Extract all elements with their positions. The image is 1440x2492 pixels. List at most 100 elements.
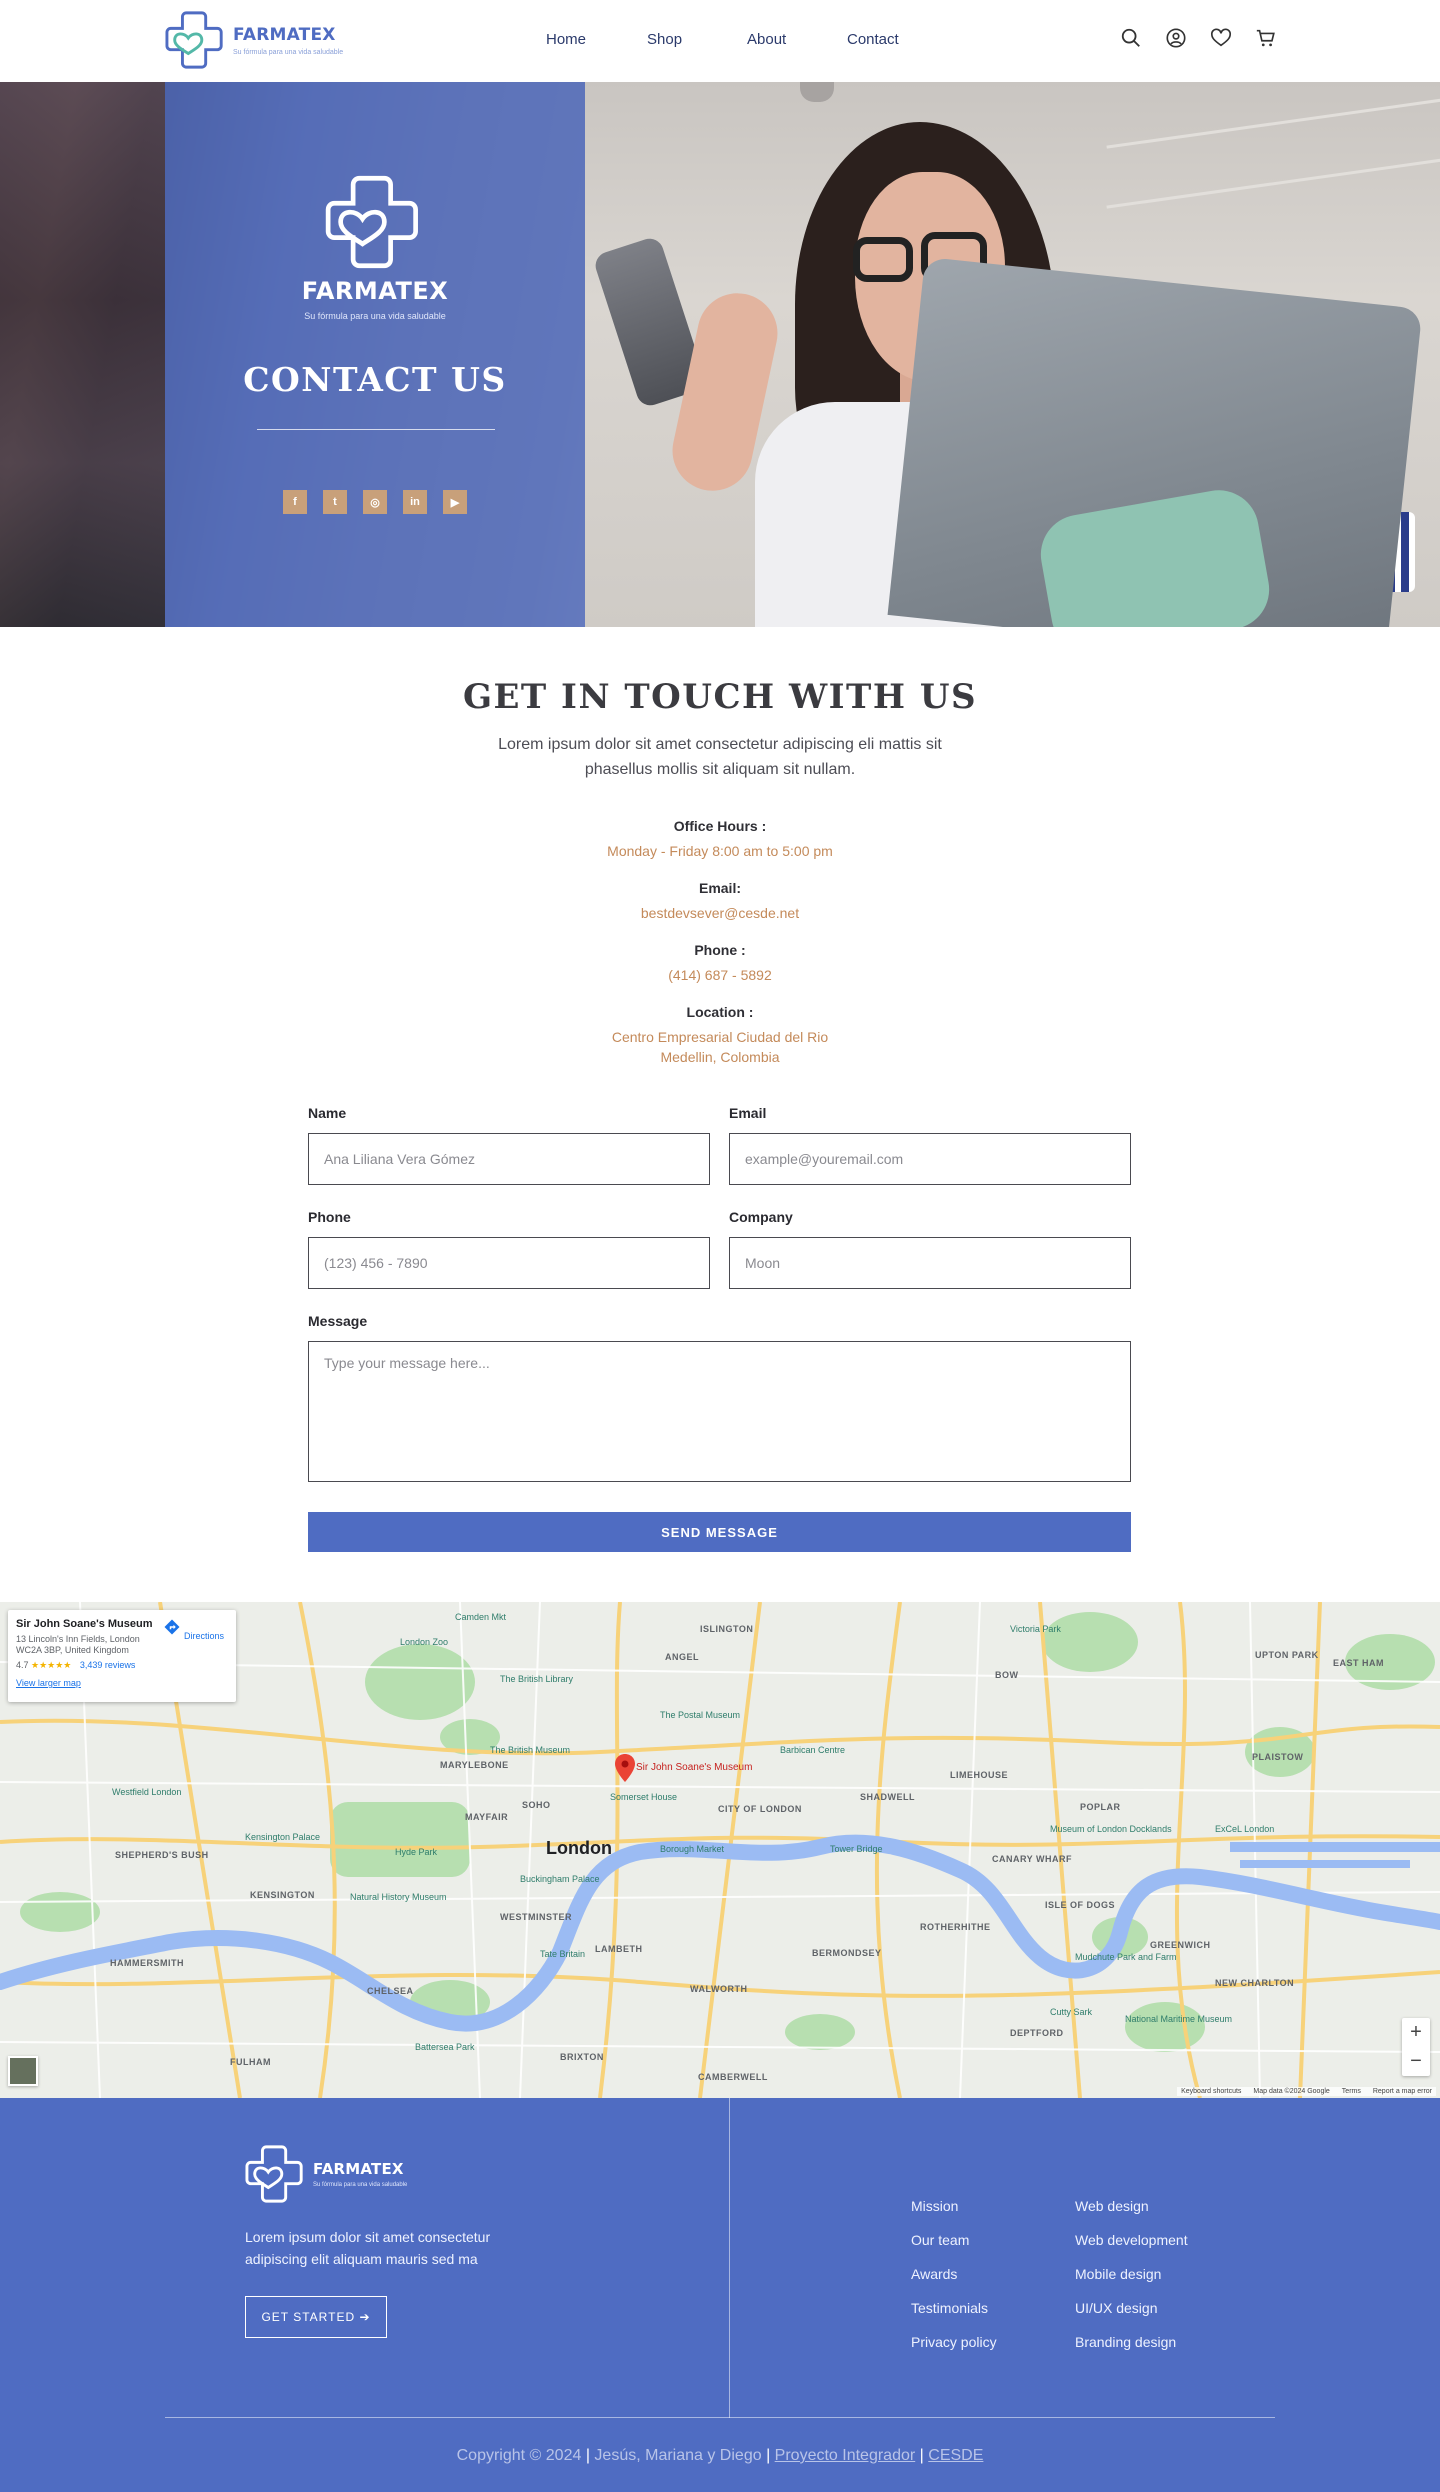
- cart-icon[interactable]: [1255, 27, 1277, 49]
- map-pin-icon[interactable]: [615, 1754, 635, 1782]
- footer-bottom-divider: [165, 2417, 1275, 2418]
- message-field[interactable]: [308, 1341, 1131, 1482]
- footer-link-our-team[interactable]: Our team: [911, 2232, 997, 2266]
- map-poi-label[interactable]: The British Museum: [490, 1745, 570, 1755]
- phone-field[interactable]: [308, 1237, 710, 1289]
- footer-logo[interactable]: FARMATEX Su fórmula para una vida saluda…: [245, 2142, 407, 2206]
- map-poi-label[interactable]: Camden Mkt: [455, 1612, 506, 1622]
- name-field[interactable]: [308, 1133, 710, 1185]
- header-actions: [1120, 27, 1277, 49]
- brand-logo[interactable]: FARMATEX Su fórmula para una vida saluda…: [165, 8, 343, 72]
- nav-home[interactable]: Home: [546, 31, 647, 48]
- map-district-label: EAST HAM: [1333, 1658, 1384, 1668]
- footer-link-uiux-design[interactable]: UI/UX design: [1075, 2300, 1188, 2334]
- facebook-icon[interactable]: f: [283, 490, 307, 514]
- main-nav: Home Shop About Contact: [546, 31, 899, 48]
- office-hours: Office Hours : Monday - Friday 8:00 am t…: [0, 818, 1440, 861]
- phone-value[interactable]: (414) 687 - 5892: [0, 965, 1440, 985]
- twitter-icon[interactable]: t: [323, 490, 347, 514]
- view-larger-map-link[interactable]: View larger map: [16, 1678, 228, 1688]
- directions-button[interactable]: Directions: [163, 1618, 224, 1641]
- map-district-label: MARYLEBONE: [440, 1760, 509, 1770]
- nav-contact[interactable]: Contact: [847, 31, 899, 48]
- map-data-text: Map data ©2024 Google: [1253, 2088, 1330, 2095]
- map-poi-label[interactable]: Museum of London Docklands: [1050, 1824, 1172, 1834]
- cesde-link[interactable]: CESDE: [928, 2447, 983, 2464]
- nav-about[interactable]: About: [747, 31, 847, 48]
- map-district-label: ROTHERHITHE: [920, 1922, 991, 1932]
- nav-shop[interactable]: Shop: [647, 31, 747, 48]
- map-poi-label[interactable]: Tower Bridge: [830, 1844, 883, 1854]
- youtube-icon[interactable]: ▶: [443, 490, 467, 514]
- section-subtitle: Lorem ipsum dolor sit amet consectetur a…: [498, 736, 942, 778]
- map-poi-label[interactable]: Westfield London: [112, 1787, 181, 1797]
- map-poi-label[interactable]: Mudchute Park and Farm: [1075, 1952, 1177, 1962]
- footer-link-privacy-policy[interactable]: Privacy policy: [911, 2334, 997, 2368]
- footer-link-branding-design[interactable]: Branding design: [1075, 2334, 1188, 2368]
- report-error-link[interactable]: Report a map error: [1373, 2088, 1432, 2095]
- email-value[interactable]: bestdevsever@cesde.net: [0, 903, 1440, 923]
- map-district-label: LAMBETH: [595, 1944, 643, 1954]
- map-poi-label[interactable]: Kensington Palace: [245, 1832, 320, 1842]
- section-title: GET IN TOUCH WITH US: [462, 677, 978, 717]
- map-poi-label[interactable]: Barbican Centre: [780, 1745, 845, 1755]
- instagram-icon[interactable]: ◎: [363, 490, 387, 514]
- footer-links-services: Web design Web development Mobile design…: [1075, 2198, 1188, 2368]
- proyecto-integrador-link[interactable]: Proyecto Integrador: [775, 2447, 916, 2464]
- user-icon[interactable]: [1165, 27, 1187, 49]
- hero-background-left: [0, 82, 165, 627]
- copyright-separator: |: [919, 2447, 924, 2464]
- map-poi-label[interactable]: Somerset House: [610, 1792, 677, 1802]
- terms-link[interactable]: Terms: [1342, 2088, 1361, 2095]
- location-map[interactable]: ISLINGTON ANGEL MARYLEBONE MAYFAIR SOHO …: [0, 1602, 1440, 2098]
- map-poi-label[interactable]: Hyde Park: [395, 1847, 437, 1857]
- footer-link-mission[interactable]: Mission: [911, 2198, 997, 2232]
- send-message-button[interactable]: SEND MESSAGE: [308, 1512, 1131, 1552]
- map-district-label: KENSINGTON: [250, 1890, 315, 1900]
- linkedin-icon[interactable]: in: [403, 490, 427, 514]
- company-field[interactable]: [729, 1237, 1131, 1289]
- contact-location: Location : Centro Empresarial Ciudad del…: [0, 1004, 1440, 1067]
- map-poi-label[interactable]: Battersea Park: [415, 2042, 475, 2052]
- place-address: 13 Lincoln's Inn Fields, London WC2A 3BP…: [16, 1634, 140, 1655]
- footer-link-testimonials[interactable]: Testimonials: [911, 2300, 997, 2334]
- map-poi-label[interactable]: Cutty Sark: [1050, 2007, 1092, 2017]
- location-label: Location :: [686, 1004, 754, 1020]
- map-place-card: Sir John Soane's Museum 13 Lincoln's Inn…: [8, 1610, 236, 1702]
- map-poi-label[interactable]: Buckingham Palace: [520, 1874, 600, 1884]
- footer-link-web-development[interactable]: Web development: [1075, 2232, 1188, 2266]
- map-district-label: GREENWICH: [1150, 1940, 1211, 1950]
- footer-link-web-design[interactable]: Web design: [1075, 2198, 1188, 2232]
- map-poi-label[interactable]: The British Library: [500, 1674, 573, 1684]
- reviews-link[interactable]: 3,439 reviews: [80, 1660, 136, 1670]
- directions-icon: [164, 1619, 180, 1635]
- map-poi-label[interactable]: ExCeL London: [1215, 1824, 1274, 1834]
- cross-logo-icon: [245, 2145, 303, 2203]
- hero-banner: FARMATEX Su fórmula para una vida saluda…: [0, 82, 1440, 627]
- keyboard-shortcuts-link[interactable]: Keyboard shortcuts: [1181, 2088, 1241, 2095]
- map-pin-label[interactable]: Sir John Soane's Museum: [636, 1762, 752, 1773]
- map-district-label: MAYFAIR: [465, 1812, 509, 1822]
- map-poi-label[interactable]: The Postal Museum: [660, 1710, 740, 1720]
- map-layer-toggle[interactable]: [8, 2056, 38, 2086]
- email-field[interactable]: [729, 1133, 1131, 1185]
- footer-link-awards[interactable]: Awards: [911, 2266, 997, 2300]
- zoom-out-button[interactable]: −: [1402, 2047, 1430, 2076]
- map-poi-label[interactable]: National Maritime Museum: [1125, 2014, 1232, 2024]
- get-started-button[interactable]: GET STARTED ➔: [245, 2296, 387, 2338]
- map-poi-label[interactable]: Tate Britain: [540, 1949, 585, 1959]
- map-poi-label[interactable]: Natural History Museum: [350, 1892, 447, 1902]
- location-line1: Centro Empresarial Ciudad del Rio: [611, 1029, 829, 1045]
- map-poi-label[interactable]: London Zoo: [400, 1637, 448, 1647]
- map-district-label: FULHAM: [230, 2057, 271, 2067]
- search-icon[interactable]: [1120, 27, 1142, 49]
- map-city-label: London: [546, 1838, 612, 1858]
- rating-value: 4.7: [16, 1660, 29, 1670]
- map-poi-label[interactable]: Borough Market: [660, 1844, 724, 1854]
- footer-link-mobile-design[interactable]: Mobile design: [1075, 2266, 1188, 2300]
- map-poi-label[interactable]: Victoria Park: [1010, 1624, 1061, 1634]
- copyright-separator: |: [585, 2447, 590, 2464]
- heart-icon[interactable]: [1210, 27, 1232, 49]
- zoom-in-button[interactable]: +: [1402, 2018, 1430, 2047]
- map-district-label: ISLINGTON: [700, 1624, 754, 1634]
